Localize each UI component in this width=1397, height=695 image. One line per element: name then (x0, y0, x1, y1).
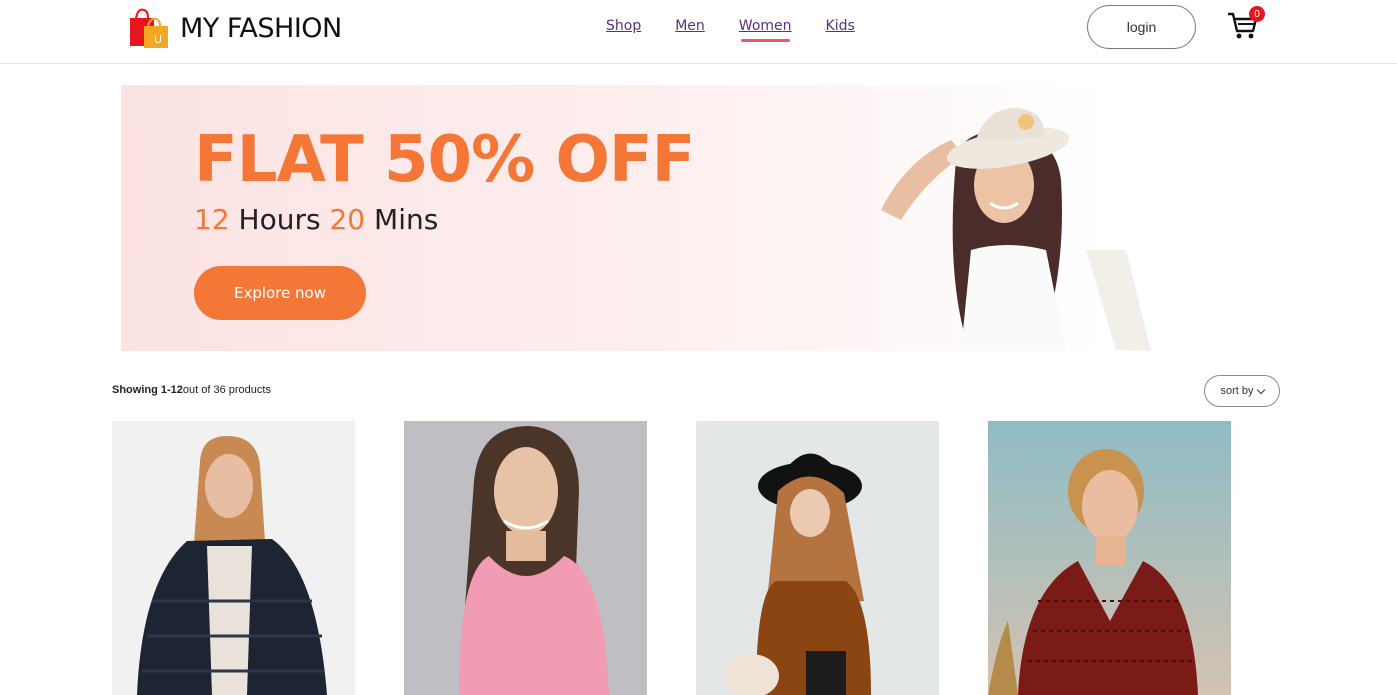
cart-count-badge: 0 (1249, 6, 1265, 22)
brand-logo[interactable]: U MY FASHION (128, 6, 342, 50)
brand-name: MY FASHION (180, 12, 342, 44)
product-card[interactable] (404, 421, 647, 695)
chevron-down-icon (1256, 385, 1265, 394)
countdown-mins-value: 20 (329, 203, 366, 236)
sort-by-label: sort by (1220, 385, 1254, 397)
results-count: Showing 1-12out of 36 products (112, 384, 271, 396)
nav-kids[interactable]: Kids (826, 18, 855, 34)
product-image (988, 421, 1231, 695)
banner-countdown: 12 Hours 20 Mins (194, 203, 438, 236)
product-card[interactable] (988, 421, 1231, 695)
nav-men[interactable]: Men (675, 18, 705, 34)
svg-text:U: U (154, 33, 162, 46)
countdown-hours-label: Hours (238, 203, 321, 236)
product-image (404, 421, 647, 695)
nav-women[interactable]: Women (739, 18, 792, 42)
results-range: Showing 1-12 (112, 384, 183, 396)
product-card[interactable] (112, 421, 355, 695)
nav-shop[interactable]: Shop (606, 18, 641, 34)
results-total: out of 36 products (182, 384, 271, 396)
banner-model-image (881, 108, 1151, 351)
login-button[interactable]: login (1087, 5, 1196, 49)
promo-banner: FLAT 50% OFF 12 Hours 20 Mins Explore no… (121, 85, 1276, 351)
shopping-bag-logo-icon: U (130, 8, 168, 48)
product-card[interactable] (696, 421, 939, 695)
countdown-mins-label: Mins (374, 203, 439, 236)
product-image (112, 421, 355, 695)
site-header: U MY FASHION Shop Men Women Kids login 0 (0, 0, 1397, 64)
explore-now-button[interactable]: Explore now (194, 266, 366, 320)
sort-by-button[interactable]: sort by (1204, 375, 1280, 407)
countdown-hours-value: 12 (194, 203, 230, 236)
main-nav: Shop Men Women Kids (606, 18, 889, 42)
banner-title: FLAT 50% OFF (194, 123, 695, 197)
product-image (696, 421, 939, 695)
